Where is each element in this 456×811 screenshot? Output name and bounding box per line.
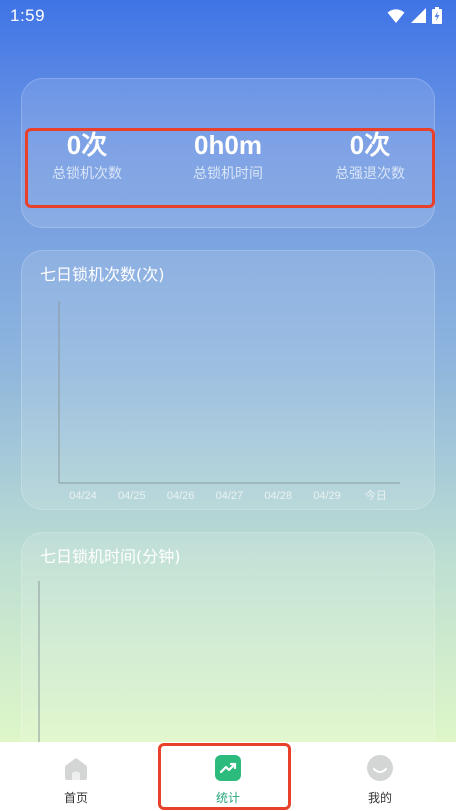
- x-tick-label: 04/28: [264, 490, 292, 502]
- wifi-icon: [387, 8, 405, 28]
- stat-value: 0次: [66, 130, 108, 160]
- stat-total-lock-time: 0h0m 总锁机时间: [163, 130, 293, 183]
- stat-label: 总锁机时间: [193, 166, 263, 182]
- stats-tab-highlight-box: [158, 743, 291, 810]
- signal-icon: [411, 8, 426, 27]
- x-tick-label: 04/26: [167, 490, 195, 502]
- x-tick-label: 04/25: [118, 490, 146, 502]
- stat-value: 0次: [349, 130, 391, 160]
- statistics-screen: 1:59 0次 总锁机次数 0h0m 总锁机时间 0次 总强退次数 七日锁机次数…: [0, 0, 456, 811]
- nav-label: 我的: [367, 791, 392, 805]
- x-tick-label: 04/27: [216, 490, 244, 502]
- stat-label: 总锁机次数: [52, 166, 122, 182]
- status-time: 1:59: [10, 6, 46, 25]
- home-icon: [62, 754, 90, 782]
- nav-label: 首页: [63, 791, 88, 805]
- stat-total-force-quit: 0次 总强退次数: [305, 130, 435, 183]
- weekly-lock-time-card: 七日锁机时间(分钟): [21, 532, 435, 773]
- weekly-lock-count-chart: 04/24 04/25 04/26 04/27 04/28 04/29 今日: [58, 301, 400, 502]
- stat-value: 0h0m: [194, 130, 262, 160]
- weekly-lock-count-card: 七日锁机次数(次) 04/24 04/25 04/26 04/27 04/28 04/29…: [21, 250, 435, 510]
- weekly-lock-time-chart: [38, 581, 40, 773]
- battery-icon: [432, 7, 442, 28]
- status-icons: [387, 7, 442, 28]
- stat-label: 总强退次数: [335, 166, 405, 182]
- x-tick-label: 今日: [365, 488, 387, 502]
- nav-item-profile[interactable]: 我的: [304, 742, 456, 811]
- x-tick-label: 04/24: [69, 490, 97, 502]
- x-tick-label: 04/29: [313, 490, 341, 502]
- status-bar: 1:59: [0, 0, 456, 32]
- nav-item-home[interactable]: 首页: [0, 742, 152, 811]
- profile-icon: [366, 754, 394, 782]
- stat-total-lock-count: 0次 总锁机次数: [22, 130, 152, 183]
